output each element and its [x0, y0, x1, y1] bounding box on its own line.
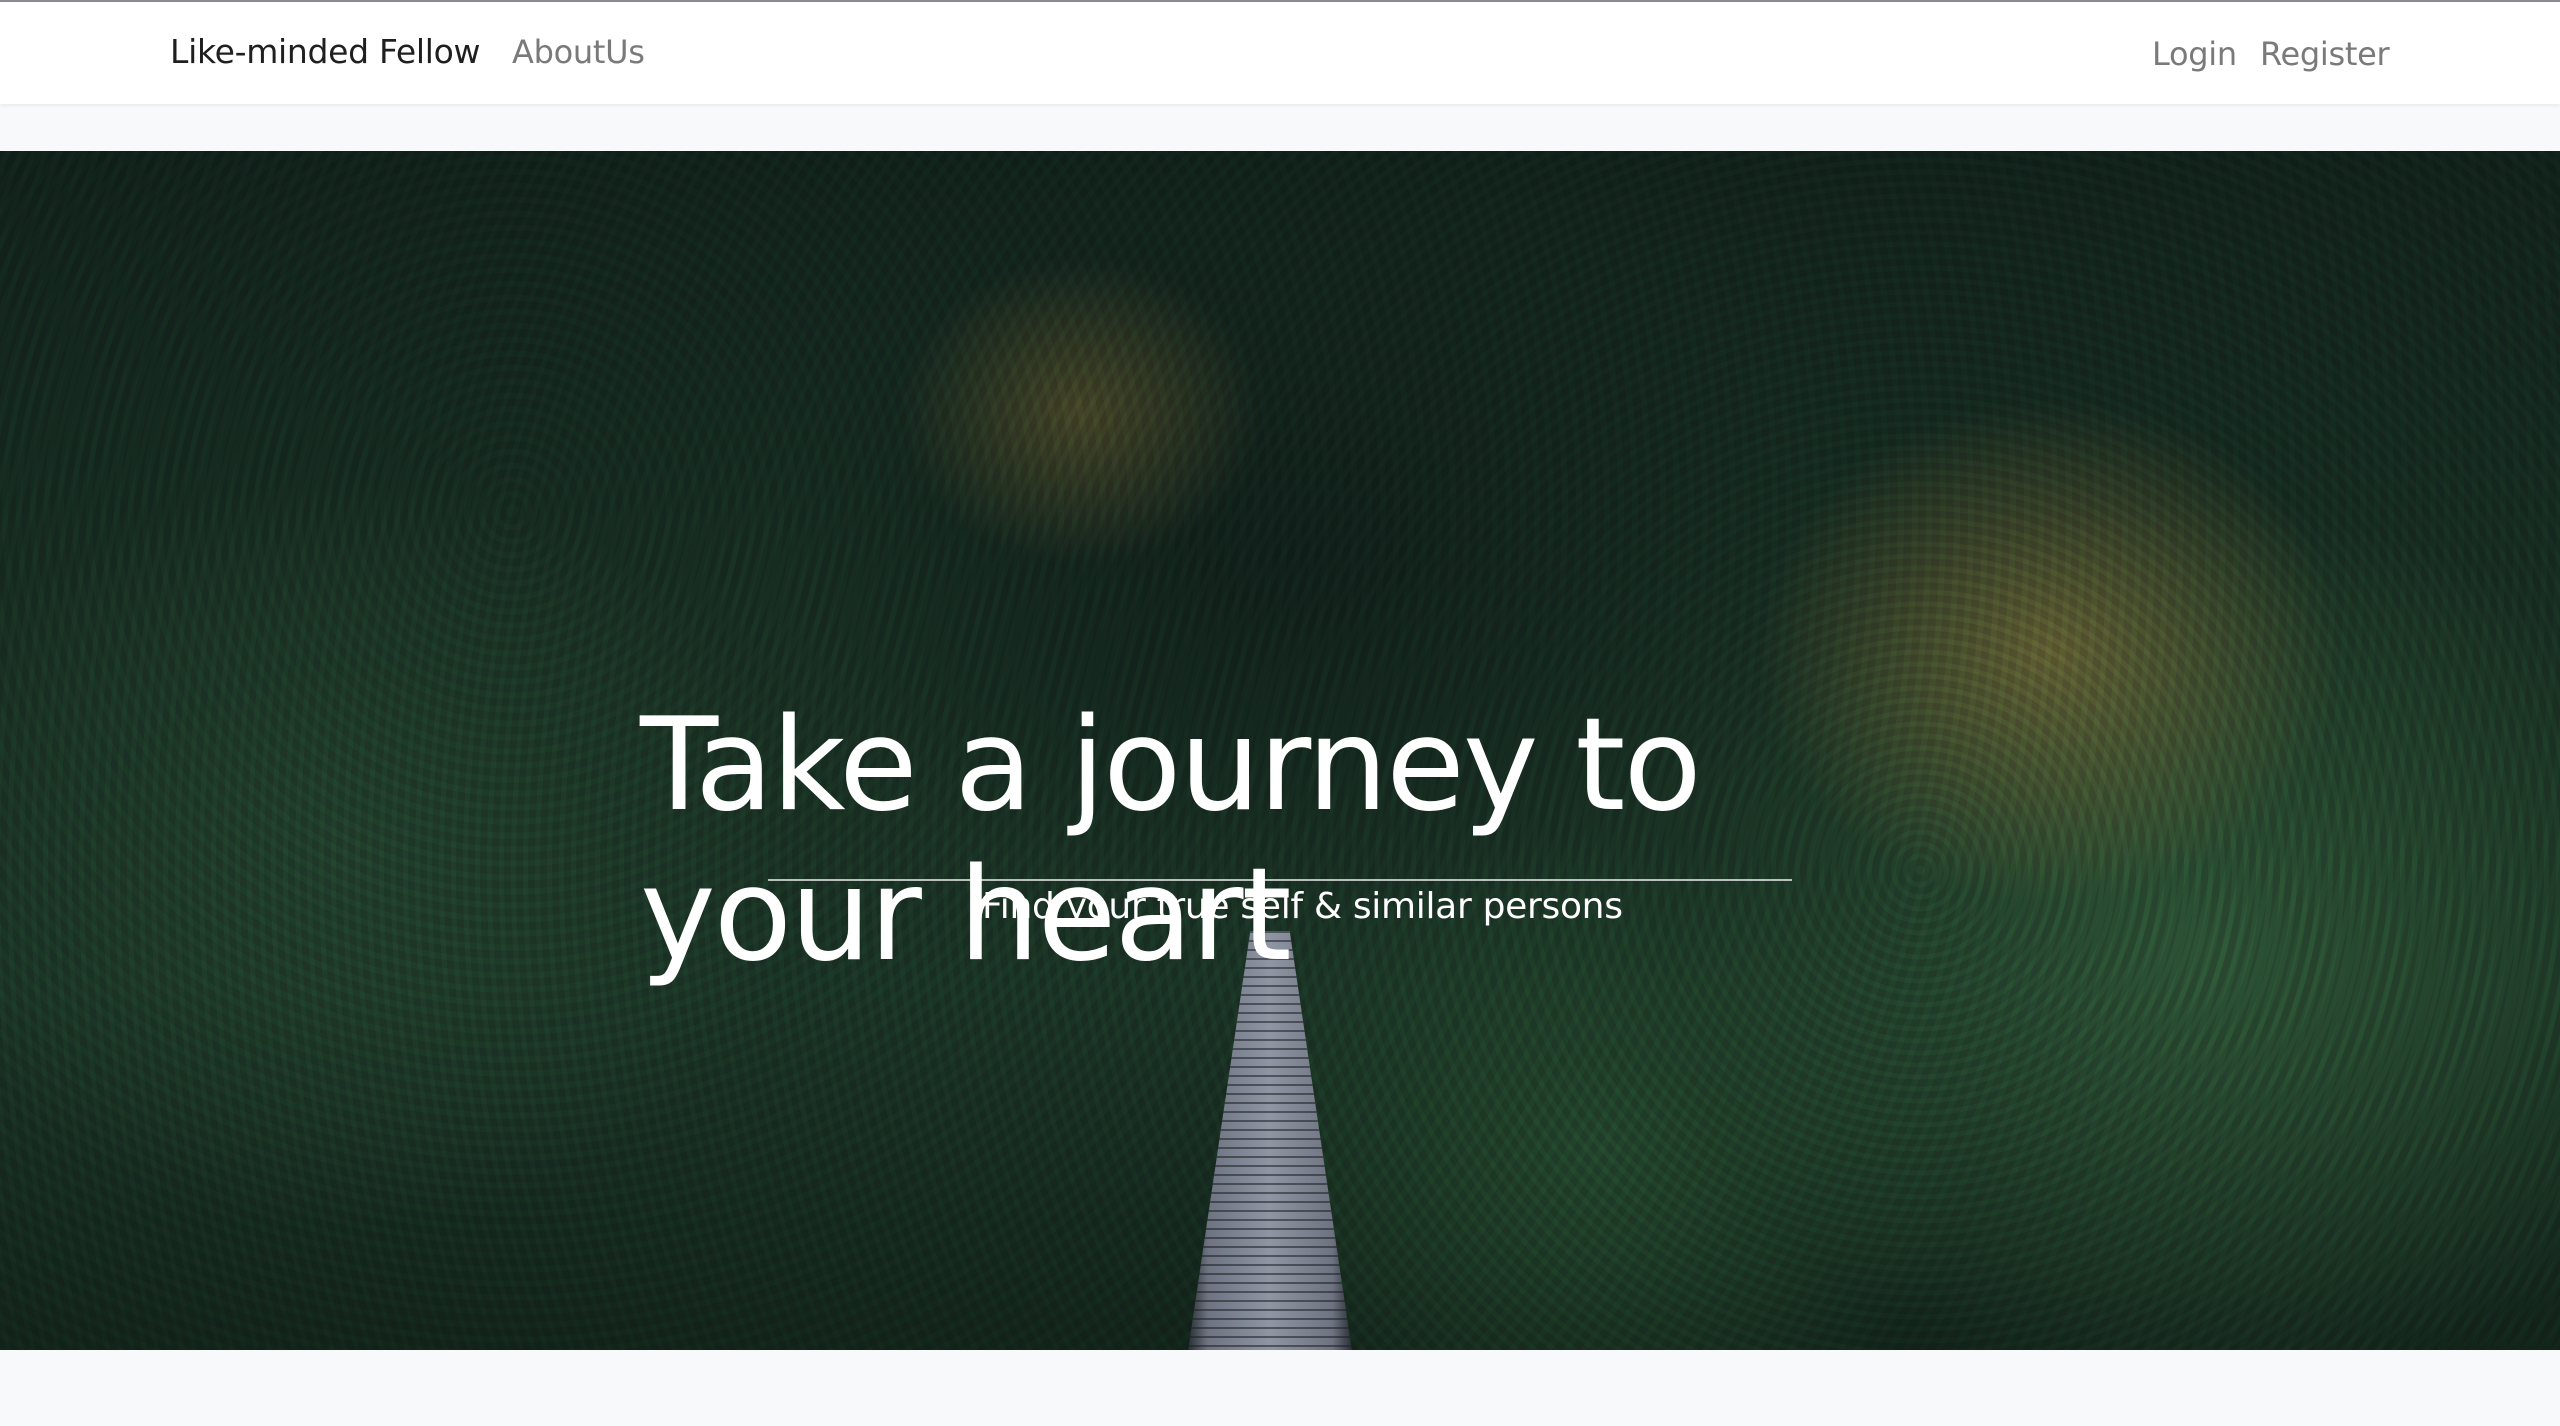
- nav-link-register[interactable]: Register: [2260, 35, 2390, 73]
- hero-banner: Take a journey to your heart: [0, 151, 2560, 1350]
- hero-title: Take a journey to your heart: [640, 691, 1840, 991]
- hero-subtitle: Find your true self & similar persons: [982, 886, 1623, 927]
- nav-link-login[interactable]: Login: [2152, 35, 2237, 73]
- hero-divider: [768, 879, 1792, 881]
- nav-link-aboutus[interactable]: AboutUs: [512, 33, 645, 71]
- brand-link[interactable]: Like-minded Fellow: [170, 32, 481, 71]
- hero-title-line-1: Take a journey to: [640, 691, 1702, 840]
- navbar: Like-minded Fellow AboutUs Login Registe…: [0, 2, 2560, 104]
